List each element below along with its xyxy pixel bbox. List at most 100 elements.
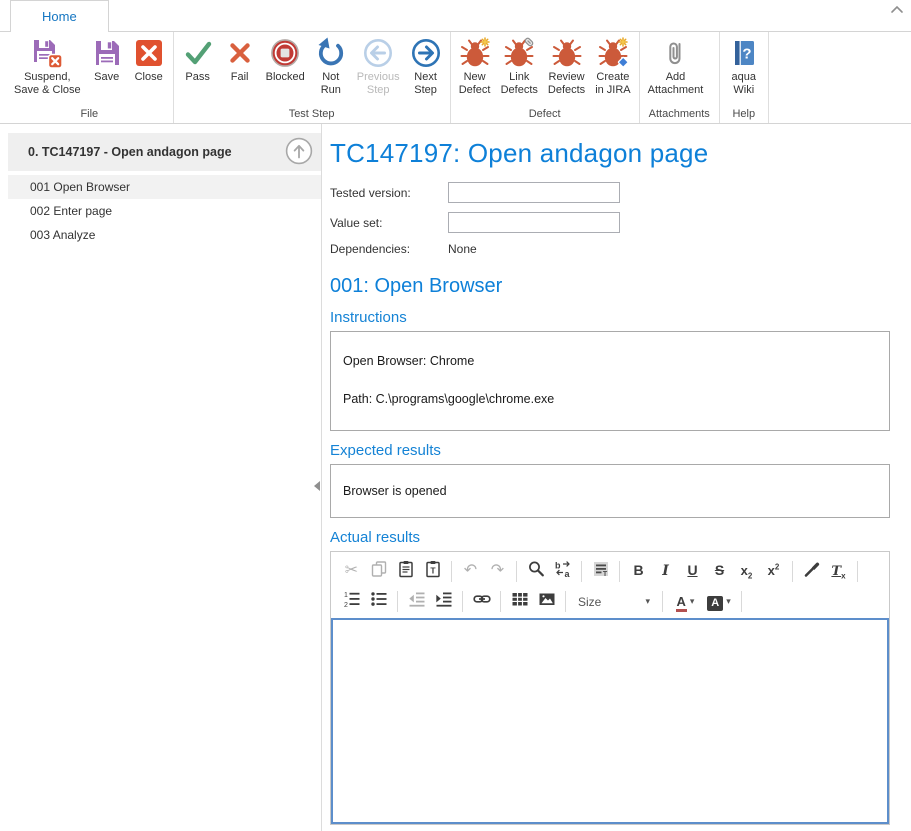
new-defect-button[interactable]: New Defect <box>454 33 496 108</box>
indent-button[interactable] <box>430 589 457 615</box>
ribbon-group-help: ?aqua WikiHelp <box>720 32 769 123</box>
underline-button[interactable]: U <box>679 558 706 584</box>
tab-home[interactable]: Home <box>10 0 109 32</box>
table-icon <box>511 590 529 613</box>
remove-format-button[interactable]: Tx <box>825 558 852 584</box>
select-all-button[interactable]: T <box>587 558 614 584</box>
numbered-list-button[interactable]: 12 <box>338 589 365 615</box>
add-attachment-icon <box>659 37 691 69</box>
subscript-button[interactable]: x2 <box>733 558 760 584</box>
create-jira-icon <box>597 37 629 69</box>
cut-button: ✂ <box>338 558 365 584</box>
pass-button[interactable]: Pass <box>177 33 219 108</box>
redo-button: ↷ <box>484 558 511 584</box>
ribbon-group-file: Suspend, Save & CloseSaveCloseFile <box>6 32 174 123</box>
create-jira-button[interactable]: Create in JIRA <box>590 33 635 108</box>
italic-button[interactable]: I <box>652 558 679 584</box>
toolbar-separator <box>565 591 566 612</box>
pass-icon <box>182 37 214 69</box>
cut-icon: ✂ <box>345 562 358 580</box>
instructions-heading: Instructions <box>330 309 911 326</box>
search-icon <box>527 560 545 583</box>
superscript-button[interactable]: x2 <box>760 558 787 584</box>
fail-button[interactable]: Fail <box>219 33 261 108</box>
chevron-down-icon: ▾ <box>690 597 695 606</box>
save-icon <box>91 37 123 69</box>
suspend-save-close-icon <box>31 37 63 69</box>
ribbon-group-label: Attachments <box>643 108 716 123</box>
review-defects-button[interactable]: Review Defects <box>543 33 590 108</box>
ribbon-button-label: Pass <box>185 71 209 84</box>
ribbon-button-label: Link Defects <box>501 71 538 97</box>
expected-results-box: Browser is opened <box>330 464 890 518</box>
svg-text:b: b <box>555 560 561 570</box>
ribbon-button-label: Review Defects <box>548 71 585 97</box>
circle-up-arrow-icon <box>285 137 313 168</box>
link-button[interactable] <box>468 589 495 615</box>
toolbar-separator <box>662 591 663 612</box>
next-step-icon <box>410 37 442 69</box>
ribbon-button-label: Create in JIRA <box>595 71 630 97</box>
actual-results-heading: Actual results <box>330 529 911 546</box>
toolbar-separator <box>741 591 742 612</box>
svg-text:1: 1 <box>344 592 348 599</box>
expected-results-heading: Expected results <box>330 442 911 459</box>
blocked-button[interactable]: Blocked <box>261 33 310 108</box>
ribbon-button-label: Previous Step <box>357 71 400 97</box>
blocked-icon <box>269 37 301 69</box>
next-step-button[interactable]: Next Step <box>405 33 447 108</box>
suspend-save-close-button[interactable]: Suspend, Save & Close <box>9 33 86 108</box>
outdent-icon <box>408 590 426 613</box>
step-list-item-002-enter-page[interactable]: 002 Enter page <box>8 199 321 223</box>
main-panel: TC147197: Open andagon page Tested versi… <box>330 124 911 831</box>
paste-button[interactable] <box>392 558 419 584</box>
font-size-dropdown[interactable]: Size▾ <box>571 590 657 614</box>
aqua-wiki-button[interactable]: ?aqua Wiki <box>723 33 765 108</box>
step-list-title: 0. TC147197 - Open andagon page <box>28 145 285 159</box>
step-list-item-003-analyze[interactable]: 003 Analyze <box>8 223 321 247</box>
expected-result-line: Browser is opened <box>343 484 447 498</box>
undo-button: ↶ <box>457 558 484 584</box>
previous-step-icon <box>362 37 394 69</box>
text-color-icon: A <box>676 593 687 611</box>
copy-button <box>365 558 392 584</box>
replace-button[interactable]: ba <box>549 558 576 584</box>
bold-icon: B <box>633 562 643 580</box>
actual-results-textarea[interactable] <box>331 618 889 824</box>
add-attachment-button[interactable]: Add Attachment <box>643 33 709 108</box>
chevron-down-icon: ▾ <box>645 597 650 606</box>
paste-text-button[interactable]: T <box>419 558 446 584</box>
instruction-line: Path: C.\programs\google\chrome.exe <box>343 392 877 406</box>
image-button[interactable] <box>533 589 560 615</box>
ribbon-group-defect: New DefectLink Defects Review Defects Crea… <box>451 32 640 123</box>
sidebar: 0. TC147197 - Open andagon page 001 Open… <box>0 124 322 831</box>
save-button[interactable]: Save <box>86 33 128 108</box>
scroll-to-top-button[interactable] <box>285 138 313 166</box>
format-painter-button[interactable] <box>798 558 825 584</box>
not-run-button[interactable]: Not Run <box>310 33 352 108</box>
toolbar-separator <box>451 561 452 582</box>
strikethrough-button[interactable]: S <box>706 558 733 584</box>
outdent-button <box>403 589 430 615</box>
close-button[interactable]: Close <box>128 33 170 108</box>
table-button[interactable] <box>506 589 533 615</box>
link-defects-button[interactable]: Link Defects <box>496 33 543 108</box>
value-set-input[interactable] <box>448 212 620 233</box>
bg-color-button[interactable]: A▾ <box>702 589 736 615</box>
search-button[interactable] <box>522 558 549 584</box>
tested-version-input[interactable] <box>448 182 620 203</box>
superscript-icon: x2 <box>768 562 780 580</box>
fail-icon <box>224 37 256 69</box>
collapse-ribbon-button[interactable] <box>888 4 906 18</box>
subscript-icon: x2 <box>741 562 753 581</box>
ribbon-empty-space <box>769 32 911 123</box>
bold-button[interactable]: B <box>625 558 652 584</box>
splitter-collapse-arrow[interactable] <box>314 481 320 491</box>
ribbon-group-label: Help <box>723 108 765 123</box>
bulleted-list-button[interactable] <box>365 589 392 615</box>
toolbar-separator <box>792 561 793 582</box>
step-list-item-001-open-browser[interactable]: 001 Open Browser <box>8 175 321 199</box>
value-set-label: Value set: <box>330 216 448 230</box>
actual-results-editor: ✂T↶↷baTBIUSx2x2Tx 12Size▾A▾A▾ <box>330 551 890 825</box>
text-color-button[interactable]: A▾ <box>668 589 702 615</box>
